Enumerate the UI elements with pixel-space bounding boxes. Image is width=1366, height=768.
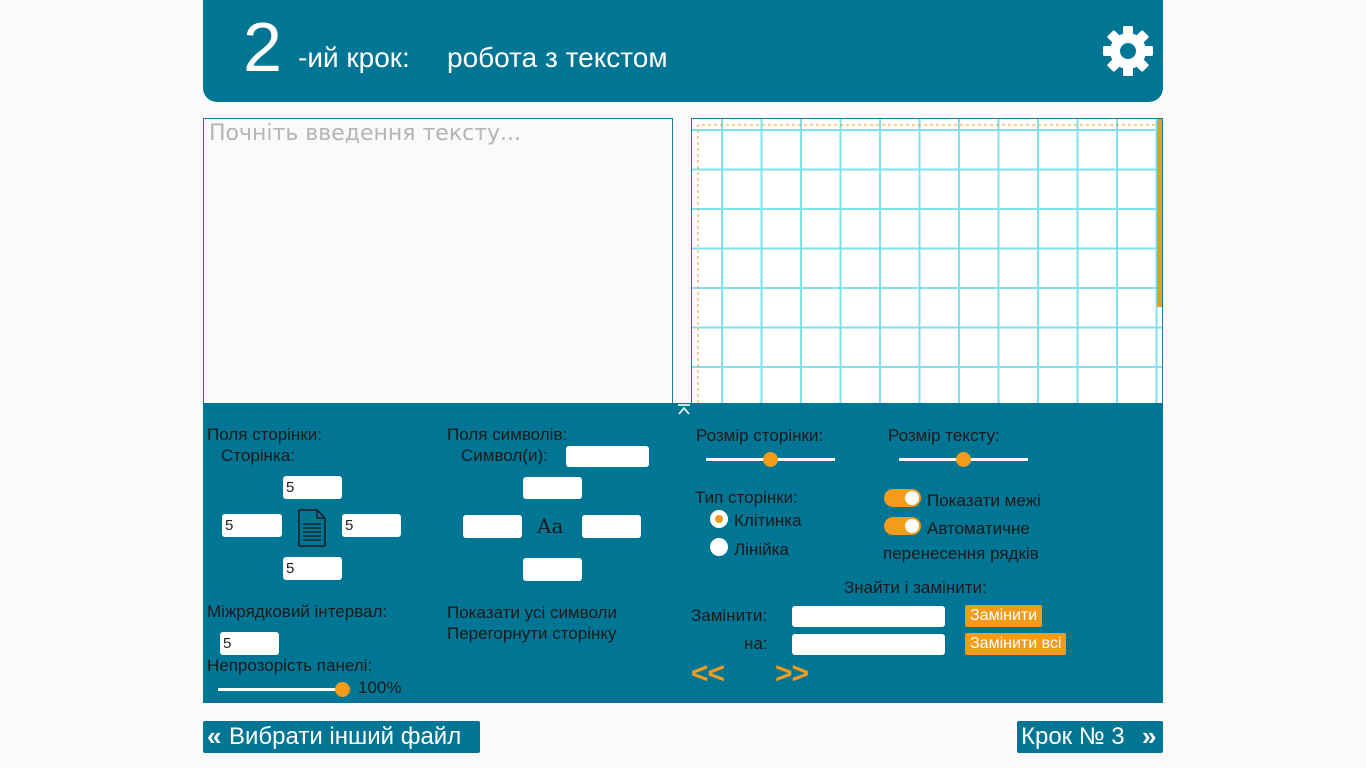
step-number: 2 — [243, 8, 282, 86]
preview-scrollbar[interactable] — [1157, 119, 1162, 307]
page-title: робота з текстом — [447, 42, 668, 73]
back-button-label: Вибрати інший файл — [229, 723, 462, 750]
auto-wrap-label: Автоматичне — [927, 519, 1030, 538]
symbol-margin-left-input[interactable] — [463, 515, 522, 538]
text-size-label: Розмір тексту: — [888, 426, 1000, 445]
find-next-button[interactable]: >> — [775, 659, 809, 689]
page-type-grid-radio[interactable] — [710, 510, 728, 528]
collapse-icon[interactable] — [675, 403, 693, 417]
show-bounds-label: Показати межі — [927, 491, 1041, 510]
page-margin-right-input[interactable] — [342, 514, 401, 537]
page-type-grid-label[interactable]: Клітинка — [734, 511, 802, 531]
find-label: Замінити: — [691, 606, 768, 625]
find-previous-button[interactable]: << — [691, 659, 725, 689]
gear-icon[interactable] — [1101, 24, 1155, 78]
find-replace-heading: Знайти і замінити: — [844, 578, 987, 597]
opacity-slider-knob[interactable] — [334, 682, 350, 697]
auto-wrap-label-line2: перенесення рядків — [883, 544, 1039, 563]
page-type-label: Тип сторінки: — [695, 488, 798, 507]
page-size-label: Розмір сторінки: — [696, 426, 824, 445]
replace-input[interactable] — [792, 634, 945, 655]
text-size-slider-knob[interactable] — [956, 452, 971, 467]
symbol-margins-heading: Поля символів: — [447, 425, 568, 444]
header-bar: 2 -ий крок: робота з текстом — [203, 0, 1163, 102]
next-step-label: Крок № 3 — [1021, 723, 1125, 750]
back-arrow-icon: « — [207, 721, 222, 751]
flip-page-link[interactable]: Перегорнути сторінку — [447, 624, 617, 644]
opacity-label: Непрозорість панелі: — [207, 656, 373, 675]
text-input-area[interactable] — [203, 118, 673, 408]
symbol-margin-bottom-input[interactable] — [523, 558, 582, 581]
settings-panel: Поля сторінки: Сторінка: Міжрядковий інт… — [203, 403, 1163, 703]
page-bounds-outline — [697, 124, 1158, 407]
symbols-label: Символ(и): — [461, 446, 548, 465]
replace-with-label: на: — [744, 634, 768, 653]
next-step-button[interactable]: Крок № 3 » — [1017, 721, 1163, 753]
replace-all-button[interactable]: Замінити всі — [965, 633, 1067, 655]
find-input[interactable] — [792, 606, 945, 627]
grid-page — [692, 119, 1162, 407]
symbol-margin-right-input[interactable] — [582, 515, 641, 538]
document-icon — [297, 509, 327, 547]
page-margin-left-input[interactable] — [222, 514, 282, 537]
page-preview[interactable] — [691, 118, 1163, 408]
page-margin-top-input[interactable] — [283, 476, 342, 499]
opacity-slider-track[interactable] — [218, 688, 342, 691]
page-margins-subheading: Сторінка: — [221, 446, 295, 465]
page-type-lined-radio[interactable] — [710, 538, 728, 556]
page-margins-heading: Поля сторінки: — [207, 425, 322, 444]
auto-wrap-toggle[interactable] — [884, 517, 921, 535]
back-button[interactable]: « Вибрати інший файл — [203, 721, 480, 753]
page-size-slider-knob[interactable] — [763, 452, 778, 467]
line-spacing-label: Міжрядковий інтервал: — [207, 602, 388, 621]
page-type-lined-label[interactable]: Лінійка — [734, 540, 789, 560]
step-suffix: -ий крок: — [298, 42, 410, 73]
next-arrow-icon: » — [1142, 721, 1157, 751]
symbols-input[interactable] — [566, 446, 649, 467]
symbol-sample: Aa — [537, 514, 564, 538]
page-margin-bottom-input[interactable] — [283, 557, 342, 580]
replace-button[interactable]: Замінити — [965, 605, 1043, 627]
show-all-symbols-link[interactable]: Показати усі символи — [447, 603, 617, 623]
opacity-value: 100% — [358, 678, 402, 697]
symbol-margin-top-input[interactable] — [523, 477, 582, 499]
line-spacing-input[interactable] — [220, 632, 279, 655]
show-bounds-toggle[interactable] — [884, 489, 921, 507]
